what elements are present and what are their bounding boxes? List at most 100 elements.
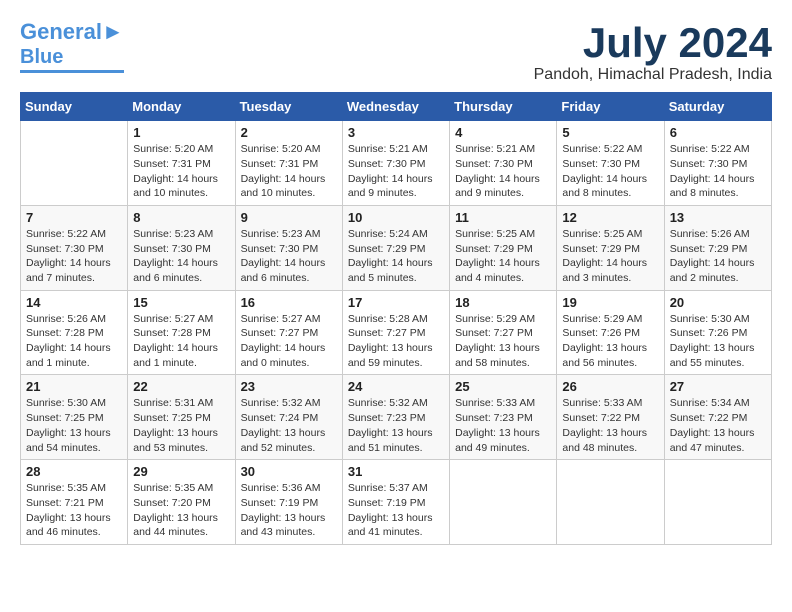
calendar-cell: 29 Sunrise: 5:35 AMSunset: 7:20 PMDayligh… (128, 460, 235, 545)
day-number: 2 (241, 125, 337, 140)
calendar-cell: 9 Sunrise: 5:23 AMSunset: 7:30 PMDaylight… (235, 205, 342, 290)
calendar-cell: 26 Sunrise: 5:33 AMSunset: 7:22 PMDayligh… (557, 375, 664, 460)
day-of-week-header: Thursday (450, 93, 557, 121)
logo: General► Blue (20, 20, 124, 73)
day-info: Sunrise: 5:29 AMSunset: 7:27 PMDaylight:… (455, 312, 551, 371)
day-info: Sunrise: 5:34 AMSunset: 7:22 PMDaylight:… (670, 396, 766, 455)
calendar-cell (450, 460, 557, 545)
day-info: Sunrise: 5:20 AMSunset: 7:31 PMDaylight:… (133, 142, 229, 201)
calendar-cell: 2 Sunrise: 5:20 AMSunset: 7:31 PMDaylight… (235, 121, 342, 206)
day-of-week-header: Wednesday (342, 93, 449, 121)
calendar-cell: 8Sunrise: 5:23 AMSunset: 7:30 PMDaylight… (128, 205, 235, 290)
day-number: 21 (26, 379, 122, 394)
day-info: Sunrise: 5:26 AMSunset: 7:28 PMDaylight:… (26, 312, 122, 371)
calendar-week-row: 1 Sunrise: 5:20 AMSunset: 7:31 PMDaylight… (21, 121, 772, 206)
day-info: Sunrise: 5:29 AMSunset: 7:26 PMDaylight:… (562, 312, 658, 371)
day-number: 14 (26, 295, 122, 310)
day-number: 24 (348, 379, 444, 394)
day-info: Sunrise: 5:27 AMSunset: 7:27 PMDaylight:… (241, 312, 337, 371)
day-info: Sunrise: 5:21 AMSunset: 7:30 PMDaylight:… (455, 142, 551, 201)
day-info: Sunrise: 5:28 AMSunset: 7:27 PMDaylight:… (348, 312, 444, 371)
day-number: 29 (133, 464, 229, 479)
calendar-cell: 3Sunrise: 5:21 AMSunset: 7:30 PMDaylight… (342, 121, 449, 206)
logo-underline (20, 70, 124, 73)
calendar-cell: 6 Sunrise: 5:22 AMSunset: 7:30 PMDaylight… (664, 121, 771, 206)
calendar-cell: 21Sunrise: 5:30 AMSunset: 7:25 PMDayligh… (21, 375, 128, 460)
day-info: Sunrise: 5:25 AMSunset: 7:29 PMDaylight:… (562, 227, 658, 286)
day-info: Sunrise: 5:22 AMSunset: 7:30 PMDaylight:… (562, 142, 658, 201)
day-info: Sunrise: 5:36 AMSunset: 7:19 PMDaylight:… (241, 481, 337, 540)
day-of-week-header: Tuesday (235, 93, 342, 121)
day-number: 26 (562, 379, 658, 394)
day-number: 16 (241, 295, 337, 310)
day-number: 10 (348, 210, 444, 225)
day-of-week-header: Saturday (664, 93, 771, 121)
day-info: Sunrise: 5:33 AMSunset: 7:22 PMDaylight:… (562, 396, 658, 455)
calendar-cell: 31Sunrise: 5:37 AMSunset: 7:19 PMDayligh… (342, 460, 449, 545)
day-number: 4 (455, 125, 551, 140)
logo-text: General► Blue (20, 20, 124, 68)
calendar-cell: 17 Sunrise: 5:28 AMSunset: 7:27 PMDayligh… (342, 290, 449, 375)
calendar-cell (664, 460, 771, 545)
day-info: Sunrise: 5:32 AMSunset: 7:23 PMDaylight:… (348, 396, 444, 455)
day-number: 13 (670, 210, 766, 225)
day-info: Sunrise: 5:35 AMSunset: 7:21 PMDaylight:… (26, 481, 122, 540)
day-number: 20 (670, 295, 766, 310)
day-of-week-header: Friday (557, 93, 664, 121)
calendar-cell (21, 121, 128, 206)
day-info: Sunrise: 5:23 AMSunset: 7:30 PMDaylight:… (241, 227, 337, 286)
day-info: Sunrise: 5:35 AMSunset: 7:20 PMDaylight:… (133, 481, 229, 540)
logo-blue: ► (102, 19, 124, 44)
day-number: 22 (133, 379, 229, 394)
day-info: Sunrise: 5:20 AMSunset: 7:31 PMDaylight:… (241, 142, 337, 201)
day-of-week-header: Sunday (21, 93, 128, 121)
calendar-cell: 28 Sunrise: 5:35 AMSunset: 7:21 PMDayligh… (21, 460, 128, 545)
logo-blue-text: Blue (20, 46, 63, 68)
day-info: Sunrise: 5:31 AMSunset: 7:25 PMDaylight:… (133, 396, 229, 455)
day-info: Sunrise: 5:37 AMSunset: 7:19 PMDaylight:… (348, 481, 444, 540)
location: Pandoh, Himachal Pradesh, India (534, 66, 772, 84)
day-number: 30 (241, 464, 337, 479)
calendar-cell (557, 460, 664, 545)
logo-general: General (20, 19, 102, 44)
calendar-week-row: 21Sunrise: 5:30 AMSunset: 7:25 PMDayligh… (21, 375, 772, 460)
calendar-week-row: 14 Sunrise: 5:26 AMSunset: 7:28 PMDayligh… (21, 290, 772, 375)
calendar-cell: 23Sunrise: 5:32 AMSunset: 7:24 PMDayligh… (235, 375, 342, 460)
day-number: 5 (562, 125, 658, 140)
calendar-cell: 16 Sunrise: 5:27 AMSunset: 7:27 PMDayligh… (235, 290, 342, 375)
day-number: 27 (670, 379, 766, 394)
calendar-body: 1 Sunrise: 5:20 AMSunset: 7:31 PMDaylight… (21, 121, 772, 545)
calendar-cell: 14 Sunrise: 5:26 AMSunset: 7:28 PMDayligh… (21, 290, 128, 375)
day-info: Sunrise: 5:24 AMSunset: 7:29 PMDaylight:… (348, 227, 444, 286)
calendar-cell: 11Sunrise: 5:25 AMSunset: 7:29 PMDayligh… (450, 205, 557, 290)
day-number: 9 (241, 210, 337, 225)
day-info: Sunrise: 5:22 AMSunset: 7:30 PMDaylight:… (670, 142, 766, 201)
day-number: 28 (26, 464, 122, 479)
day-info: Sunrise: 5:26 AMSunset: 7:29 PMDaylight:… (670, 227, 766, 286)
calendar-header-row: SundayMondayTuesdayWednesdayThursdayFrid… (21, 93, 772, 121)
calendar-cell: 13 Sunrise: 5:26 AMSunset: 7:29 PMDayligh… (664, 205, 771, 290)
calendar-week-row: 28 Sunrise: 5:35 AMSunset: 7:21 PMDayligh… (21, 460, 772, 545)
calendar-cell: 20Sunrise: 5:30 AMSunset: 7:26 PMDayligh… (664, 290, 771, 375)
day-of-week-header: Monday (128, 93, 235, 121)
calendar-cell: 25Sunrise: 5:33 AMSunset: 7:23 PMDayligh… (450, 375, 557, 460)
calendar-cell: 24 Sunrise: 5:32 AMSunset: 7:23 PMDayligh… (342, 375, 449, 460)
calendar-cell: 15 Sunrise: 5:27 AMSunset: 7:28 PMDayligh… (128, 290, 235, 375)
day-number: 11 (455, 210, 551, 225)
title-block: July 2024 Pandoh, Himachal Pradesh, Indi… (534, 20, 772, 84)
calendar-cell: 1 Sunrise: 5:20 AMSunset: 7:31 PMDaylight… (128, 121, 235, 206)
day-info: Sunrise: 5:27 AMSunset: 7:28 PMDaylight:… (133, 312, 229, 371)
day-number: 6 (670, 125, 766, 140)
calendar-cell: 22 Sunrise: 5:31 AMSunset: 7:25 PMDayligh… (128, 375, 235, 460)
day-number: 15 (133, 295, 229, 310)
day-number: 1 (133, 125, 229, 140)
day-number: 17 (348, 295, 444, 310)
calendar-cell: 19 Sunrise: 5:29 AMSunset: 7:26 PMDayligh… (557, 290, 664, 375)
calendar-cell: 5 Sunrise: 5:22 AMSunset: 7:30 PMDaylight… (557, 121, 664, 206)
calendar-cell: 4 Sunrise: 5:21 AMSunset: 7:30 PMDaylight… (450, 121, 557, 206)
day-info: Sunrise: 5:32 AMSunset: 7:24 PMDaylight:… (241, 396, 337, 455)
page-header: General► Blue July 2024 Pandoh, Himachal… (20, 20, 772, 84)
month-title: July 2024 (534, 20, 772, 66)
calendar-cell: 18Sunrise: 5:29 AMSunset: 7:27 PMDayligh… (450, 290, 557, 375)
day-number: 19 (562, 295, 658, 310)
